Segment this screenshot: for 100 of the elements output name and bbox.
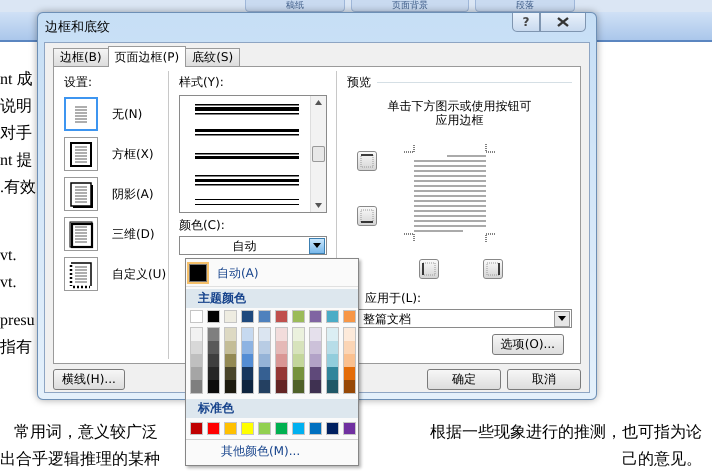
- scroll-thumb[interactable]: [312, 146, 325, 162]
- color-swatch[interactable]: [191, 380, 202, 393]
- color-swatch[interactable]: [293, 367, 304, 380]
- line-style-option[interactable]: [195, 153, 299, 159]
- dialog-tab[interactable]: 边框(B): [53, 48, 109, 66]
- color-swatch[interactable]: [224, 310, 237, 323]
- color-swatch[interactable]: [258, 310, 271, 323]
- color-swatch[interactable]: [344, 354, 355, 367]
- menu-item[interactable]: 自动(A): [217, 264, 259, 282]
- color-swatch[interactable]: [293, 341, 304, 354]
- line-style-option[interactable]: [195, 199, 299, 205]
- line-style-option[interactable]: [195, 104, 299, 114]
- color-swatch[interactable]: [242, 367, 253, 380]
- color-swatch[interactable]: [259, 380, 270, 393]
- color-swatch[interactable]: [225, 328, 236, 341]
- color-swatch[interactable]: [327, 367, 338, 380]
- cancel-button[interactable]: 取消: [507, 369, 581, 390]
- color-swatch[interactable]: [344, 367, 355, 380]
- color-swatch[interactable]: [275, 422, 288, 435]
- left-border-button[interactable]: [419, 259, 439, 279]
- top-border-button[interactable]: [357, 150, 377, 170]
- color-swatch[interactable]: [225, 354, 236, 367]
- setting-preset-button[interactable]: [64, 257, 98, 291]
- color-swatch[interactable]: [207, 310, 220, 323]
- scrollbar[interactable]: [310, 96, 326, 212]
- color-swatch[interactable]: [259, 367, 270, 380]
- color-swatch[interactable]: [276, 328, 287, 341]
- setting-preset-button[interactable]: [64, 177, 98, 211]
- scroll-down-icon[interactable]: [315, 203, 322, 208]
- color-swatch[interactable]: [276, 354, 287, 367]
- color-swatch[interactable]: [326, 422, 339, 435]
- color-swatch[interactable]: [344, 341, 355, 354]
- dialog-tab[interactable]: 页面边框(P): [108, 46, 186, 67]
- color-swatch[interactable]: [191, 328, 202, 341]
- color-swatch[interactable]: [208, 367, 219, 380]
- color-swatch[interactable]: [208, 341, 219, 354]
- ok-button[interactable]: 确定: [427, 369, 501, 390]
- color-swatch[interactable]: [242, 380, 253, 393]
- color-swatch[interactable]: [208, 328, 219, 341]
- color-swatch[interactable]: [259, 354, 270, 367]
- color-swatch[interactable]: [293, 328, 304, 341]
- setting-preset-button[interactable]: [64, 137, 98, 171]
- color-swatch[interactable]: [309, 310, 322, 323]
- bottom-border-button[interactable]: [357, 206, 377, 226]
- color-swatch[interactable]: [343, 310, 356, 323]
- color-swatch[interactable]: [276, 341, 287, 354]
- color-swatch[interactable]: [327, 380, 338, 393]
- horizontal-line-button[interactable]: 横线(H)...: [53, 369, 125, 390]
- color-swatch[interactable]: [292, 422, 305, 435]
- color-swatch[interactable]: [241, 310, 254, 323]
- help-button[interactable]: ?: [512, 13, 540, 32]
- color-swatch[interactable]: [242, 354, 253, 367]
- color-swatch[interactable]: [327, 328, 338, 341]
- color-swatch[interactable]: [208, 354, 219, 367]
- dialog-tab[interactable]: 底纹(S): [185, 48, 240, 66]
- color-swatch[interactable]: [293, 380, 304, 393]
- color-swatch[interactable]: [225, 380, 236, 393]
- color-swatch[interactable]: [225, 341, 236, 354]
- line-style-option[interactable]: [195, 175, 299, 186]
- color-swatch[interactable]: [189, 264, 207, 282]
- color-swatch[interactable]: [191, 341, 202, 354]
- color-swatch[interactable]: [241, 422, 254, 435]
- color-swatch[interactable]: [191, 354, 202, 367]
- setting-preset-button[interactable]: [64, 217, 98, 251]
- color-swatch[interactable]: [326, 310, 339, 323]
- color-swatch[interactable]: [190, 310, 203, 323]
- color-swatch[interactable]: [327, 341, 338, 354]
- color-swatch[interactable]: [190, 422, 203, 435]
- color-swatch[interactable]: [310, 380, 321, 393]
- color-swatch[interactable]: [259, 341, 270, 354]
- color-swatch[interactable]: [293, 354, 304, 367]
- color-swatch[interactable]: [309, 422, 322, 435]
- options-button[interactable]: 选项(O)...: [492, 334, 564, 355]
- right-border-button[interactable]: [483, 259, 503, 279]
- color-swatch[interactable]: [344, 328, 355, 341]
- color-swatch[interactable]: [343, 422, 356, 435]
- color-swatch[interactable]: [207, 422, 220, 435]
- color-swatch[interactable]: [224, 422, 237, 435]
- color-swatch[interactable]: [310, 367, 321, 380]
- menu-item[interactable]: 其他颜色(M)...: [221, 444, 300, 458]
- color-swatch[interactable]: [344, 380, 355, 393]
- color-swatch[interactable]: [242, 341, 253, 354]
- color-swatch[interactable]: [208, 380, 219, 393]
- color-swatch[interactable]: [310, 328, 321, 341]
- line-style-option[interactable]: [195, 129, 299, 136]
- color-dropdown[interactable]: 自动: [179, 236, 327, 255]
- color-swatch[interactable]: [276, 380, 287, 393]
- color-swatch[interactable]: [327, 354, 338, 367]
- scroll-up-icon[interactable]: [315, 100, 322, 105]
- color-swatch[interactable]: [258, 422, 271, 435]
- color-swatch[interactable]: [275, 310, 288, 323]
- color-swatch[interactable]: [259, 328, 270, 341]
- color-swatch[interactable]: [191, 367, 202, 380]
- color-swatch[interactable]: [225, 367, 236, 380]
- color-swatch[interactable]: [276, 367, 287, 380]
- color-swatch[interactable]: [242, 328, 253, 341]
- close-button[interactable]: [540, 13, 586, 32]
- color-swatch[interactable]: [292, 310, 305, 323]
- color-swatch[interactable]: [310, 341, 321, 354]
- color-swatch[interactable]: [310, 354, 321, 367]
